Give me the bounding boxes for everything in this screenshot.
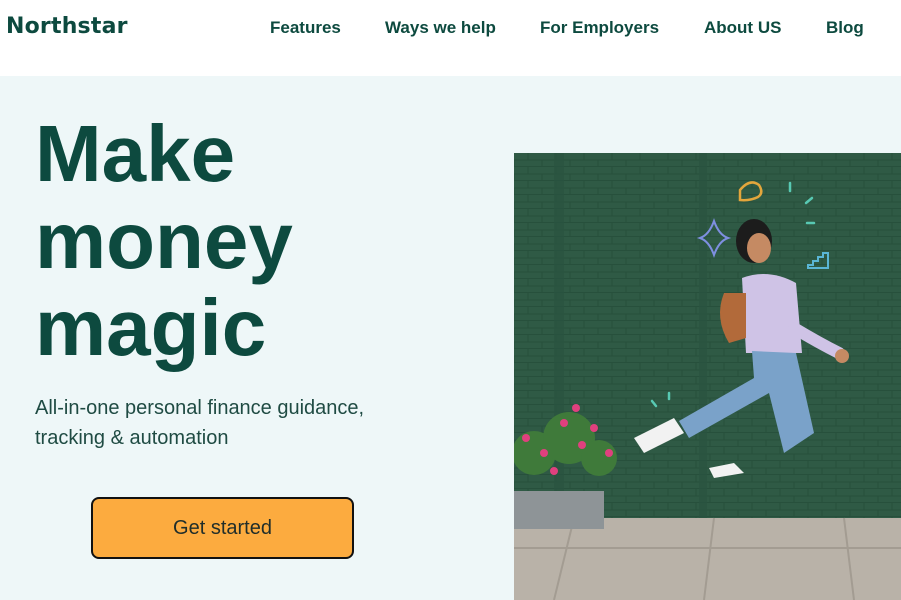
hero-subtitle: All-in-one personal finance guidance, tr… [35, 393, 395, 453]
headline-line-2: money [35, 196, 293, 285]
site-header: Northstar Features Ways we help For Empl… [0, 0, 901, 76]
main-nav: Features Ways we help For Employers Abou… [0, 18, 901, 40]
nav-blog[interactable]: Blog [826, 18, 864, 38]
nav-for-employers[interactable]: For Employers [540, 18, 659, 38]
hero-headline: Make money magic [35, 110, 455, 371]
nav-ways-we-help[interactable]: Ways we help [385, 18, 496, 38]
nav-features[interactable]: Features [270, 18, 341, 38]
headline-line-3: magic [35, 283, 267, 372]
nav-about-us[interactable]: About US [704, 18, 781, 38]
subtitle-line-1: All-in-one personal finance guidance, [35, 397, 365, 419]
get-started-button[interactable]: Get started [91, 497, 354, 559]
subtitle-line-2: tracking & automation [35, 427, 229, 449]
headline-line-1: Make [35, 109, 236, 198]
hero-photo [514, 153, 901, 600]
